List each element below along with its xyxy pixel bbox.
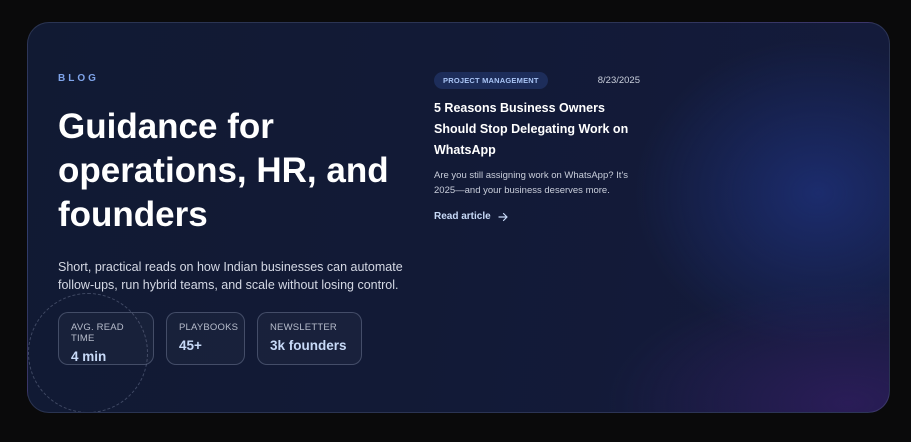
- stat-value: 3k founders: [270, 338, 347, 353]
- stats-row: AVG. READ TIME 4 min PLAYBOOKS 45+ NEWSL…: [58, 312, 362, 365]
- article-excerpt: Are you still assigning work on WhatsApp…: [434, 170, 629, 196]
- section-eyebrow: BLOG: [58, 73, 99, 84]
- stat-value: 45+: [179, 338, 202, 353]
- stat-label: PLAYBOOKS: [179, 322, 239, 333]
- read-article-label: Read article: [434, 211, 491, 222]
- stat-value: 4 min: [71, 349, 107, 364]
- stat-avg-read-time: AVG. READ TIME 4 min: [58, 312, 154, 365]
- stat-newsletter: NEWSLETTER 3k founders: [257, 312, 362, 365]
- article-date: 8/23/2025: [597, 74, 640, 86]
- stat-label: NEWSLETTER: [270, 322, 337, 333]
- article-title-link[interactable]: 5 Reasons Business Owners Should Stop De…: [434, 98, 640, 161]
- blog-hero-card: BLOG Guidance for operations, HR, and fo…: [27, 22, 890, 413]
- featured-article: PROJECT MANAGEMENT 8/23/2025 5 Reasons B…: [434, 71, 640, 222]
- stat-playbooks: PLAYBOOKS 45+: [166, 312, 245, 365]
- article-meta: PROJECT MANAGEMENT 8/23/2025: [434, 71, 640, 89]
- article-category-badge[interactable]: PROJECT MANAGEMENT: [434, 71, 548, 89]
- arrow-right-icon: [498, 212, 508, 221]
- page-description: Short, practical reads on how Indian bus…: [58, 260, 403, 292]
- stat-label: AVG. READ TIME: [71, 322, 124, 344]
- page-title: Guidance for operations, HR, and founder…: [58, 107, 389, 234]
- read-article-link[interactable]: Read article: [434, 211, 640, 222]
